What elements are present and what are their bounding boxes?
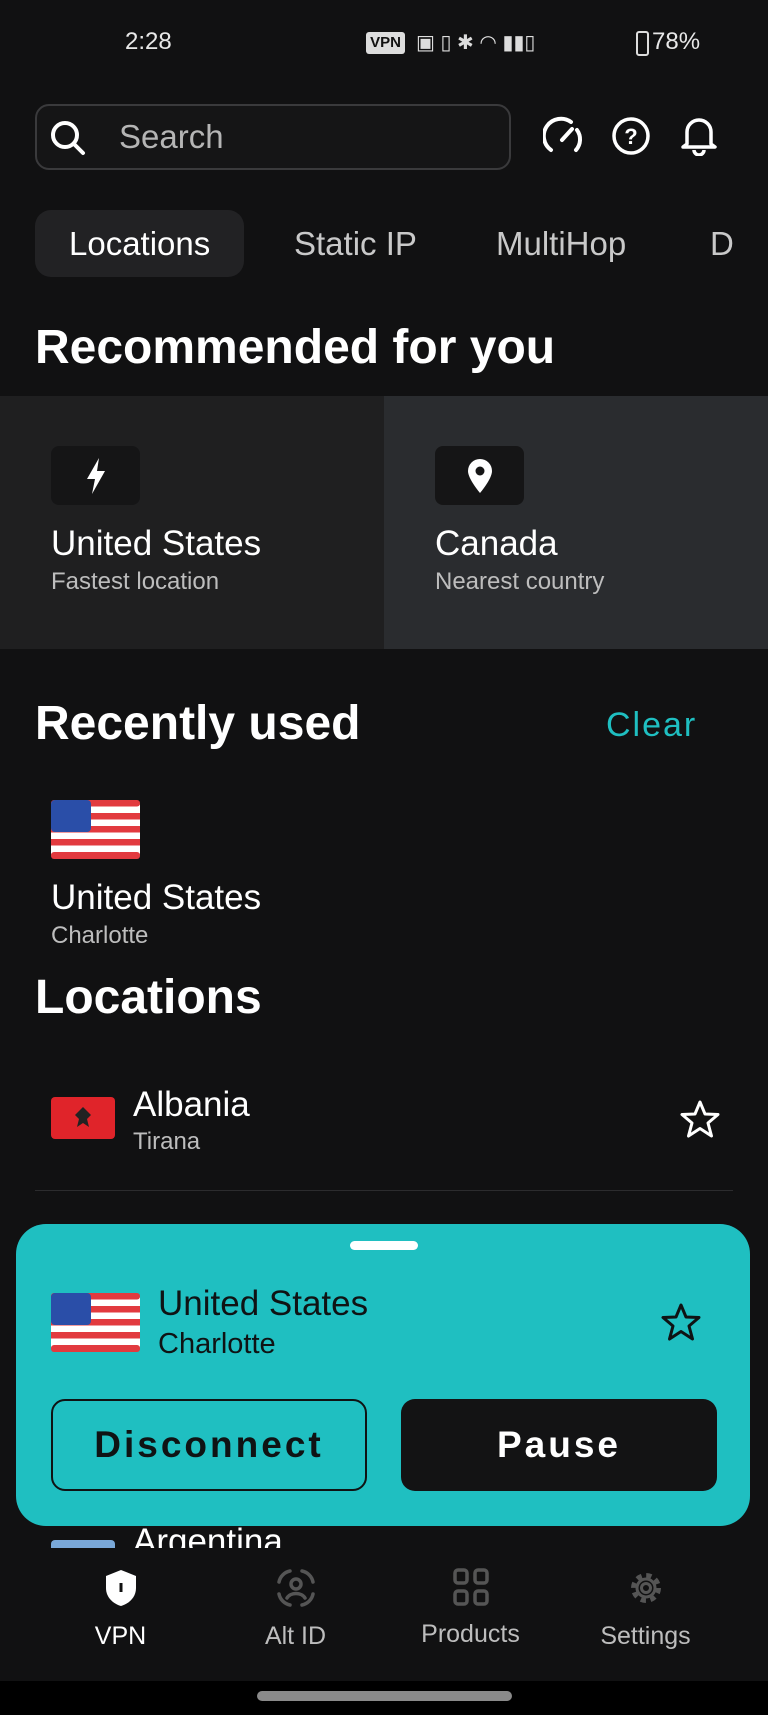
favorite-star-icon[interactable] (661, 1302, 701, 1342)
svg-text:?: ? (624, 124, 637, 149)
location-country[interactable]: Argentina (133, 1522, 283, 1550)
pause-button[interactable]: Pause (401, 1399, 717, 1491)
card-subtitle: Nearest country (435, 568, 605, 595)
search-box[interactable] (35, 104, 511, 170)
tab-locations[interactable]: Locations (35, 210, 245, 277)
status-icons: ▣ ▯ ✱ ◠ ▮▮▯ (416, 32, 536, 54)
card-title: Canada (435, 524, 558, 563)
tab-more[interactable]: D (676, 210, 768, 277)
gear-icon (630, 1573, 661, 1603)
bottom-nav: VPN Alt ID Products Settings (0, 1548, 768, 1681)
recent-city: Charlotte (51, 922, 149, 949)
face-id-icon (276, 1569, 315, 1607)
nav-label: Settings (600, 1622, 691, 1650)
location-pin-icon (435, 446, 524, 505)
locations-heading: Locations (35, 971, 262, 1024)
us-flag-icon (51, 800, 140, 859)
nav-label: Products (421, 1620, 520, 1648)
help-icon[interactable]: ? (611, 116, 651, 156)
vpn-badge: VPN (366, 32, 405, 54)
card-title: United States (51, 524, 262, 563)
location-row-albania[interactable]: Albania Tirana (35, 1075, 733, 1191)
nav-settings[interactable]: Settings (558, 1568, 733, 1651)
recommended-card-fastest[interactable]: United States Fastest location (0, 396, 384, 649)
bell-icon[interactable] (679, 114, 719, 156)
nav-label: Alt ID (264, 1622, 327, 1650)
grid-icon (452, 1568, 489, 1606)
recommended-card-nearest[interactable]: Canada Nearest country (384, 396, 768, 649)
disconnect-button[interactable]: Disconnect (51, 1399, 367, 1491)
bolt-icon (51, 446, 140, 505)
recent-country: United States (51, 878, 262, 917)
battery-icon (636, 31, 649, 56)
connection-sheet: United States Charlotte Disconnect Pause (16, 1224, 750, 1526)
connected-country: United States (158, 1284, 369, 1323)
nav-vpn[interactable]: VPN (33, 1568, 208, 1651)
card-subtitle: Fastest location (51, 568, 220, 595)
clear-button[interactable]: Clear (606, 706, 697, 745)
search-input[interactable] (119, 116, 489, 158)
tab-multihop[interactable]: MultiHop (462, 210, 660, 277)
location-city: Tirana (133, 1128, 201, 1155)
status-time: 2:28 (125, 28, 172, 55)
recent-item[interactable]: United States Charlotte (51, 800, 451, 950)
albania-flag-icon (51, 1097, 115, 1139)
recently-used-heading: Recently used (35, 697, 361, 750)
recommended-heading: Recommended for you (35, 321, 556, 374)
nav-label: VPN (94, 1622, 147, 1650)
favorite-star-icon[interactable] (680, 1099, 720, 1139)
nav-alt-id[interactable]: Alt ID (208, 1568, 383, 1651)
tab-static-ip[interactable]: Static IP (260, 210, 451, 277)
search-icon (51, 121, 85, 155)
home-gesture-bar[interactable] (257, 1691, 512, 1701)
connected-city: Charlotte (158, 1328, 276, 1360)
nav-products[interactable]: Products (383, 1568, 558, 1649)
us-flag-icon (51, 1293, 140, 1352)
location-country: Albania (133, 1085, 250, 1124)
battery-level: 78% (652, 28, 701, 55)
speedometer-icon[interactable] (543, 116, 583, 156)
shield-icon (105, 1570, 136, 1606)
sheet-drag-handle[interactable] (350, 1241, 418, 1250)
